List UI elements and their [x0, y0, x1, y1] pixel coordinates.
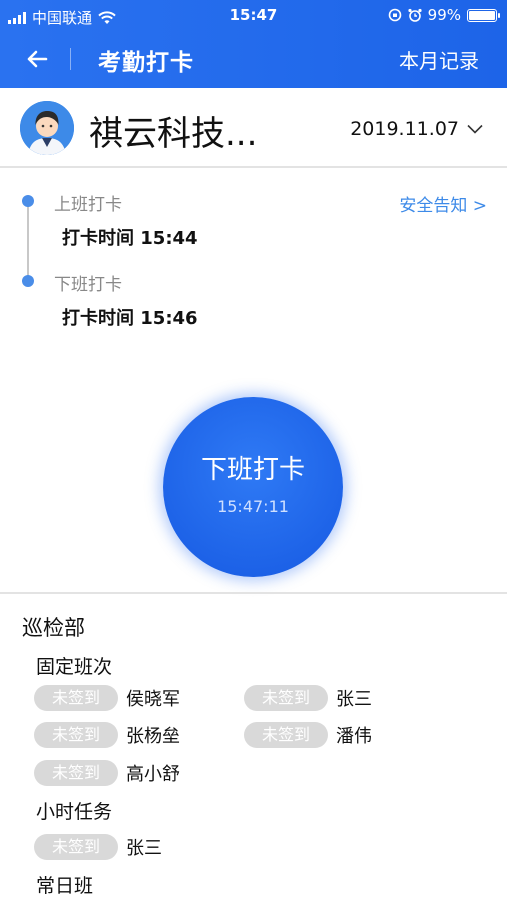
checkout-time: 打卡时间 15:46 [62, 308, 198, 329]
status-badge: 未签到 [34, 834, 118, 860]
checkin-time: 打卡时间 15:44 [62, 228, 198, 249]
status-badge: 未签到 [244, 685, 328, 711]
punch-button[interactable]: 下班打卡 15:47:11 [163, 397, 343, 577]
status-badge: 未签到 [244, 722, 328, 748]
member-name: 高小舒 [126, 764, 180, 785]
battery-icon [467, 8, 500, 22]
member-item: 未签到 潘伟 [244, 722, 372, 748]
member-name: 侯晓军 [126, 689, 180, 710]
page-title: 考勤打卡 [98, 50, 194, 76]
back-arrow-icon[interactable] [22, 44, 52, 74]
member-name: 张三 [336, 689, 372, 710]
status-badge: 未签到 [34, 685, 118, 711]
member-item: 未签到 张三 [244, 685, 372, 711]
timeline-dot-checkin [22, 195, 34, 207]
timeline-dot-checkout [22, 275, 34, 287]
nav-divider [70, 48, 71, 70]
group-title-hourly-task: 小时任务 [36, 801, 113, 823]
header: 中国联通 15:47 99% 考勤打卡 本月记录 [0, 0, 507, 88]
alarm-icon [408, 8, 422, 22]
date-value: 2019.11.07 [350, 118, 459, 140]
group-title-day-shift: 常日班 [36, 875, 94, 897]
member-name: 张三 [126, 838, 162, 859]
punch-button-label: 下班打卡 [200, 455, 305, 485]
member-name: 潘伟 [336, 726, 372, 747]
member-item: 未签到 张杨垒 [34, 722, 180, 748]
member-item: 未签到 高小舒 [34, 760, 180, 786]
status-right: 99% [388, 6, 500, 24]
member-name: 张杨垒 [126, 726, 180, 747]
rotation-lock-icon [388, 8, 401, 22]
timeline-line [27, 201, 29, 281]
checkout-label: 下班打卡 [54, 275, 122, 295]
user-avatar-icon [20, 101, 74, 155]
chevron-down-icon [467, 124, 483, 134]
date-selector[interactable]: 2019.11.07 [350, 118, 483, 140]
department-name: 巡检部 [22, 616, 85, 640]
company-row: 祺云科技... 2019.11.07 [0, 88, 507, 168]
status-badge: 未签到 [34, 722, 118, 748]
member-item: 未签到 侯晓军 [34, 685, 180, 711]
punch-button-time: 15:47:11 [217, 497, 289, 516]
checkin-label: 上班打卡 [54, 195, 122, 215]
member-item: 未签到 张三 [34, 834, 162, 860]
monthly-record-link[interactable]: 本月记录 [399, 45, 479, 74]
section-divider [0, 592, 507, 594]
battery-level [469, 10, 495, 20]
battery-percent: 99% [427, 6, 461, 24]
nav-bar: 考勤打卡 本月记录 [0, 30, 507, 88]
company-name: 祺云科技... [89, 114, 258, 154]
safety-notice-link[interactable]: 安全告知 > [399, 191, 487, 216]
status-badge: 未签到 [34, 760, 118, 786]
group-title-fixed-shift: 固定班次 [36, 656, 113, 678]
status-bar: 中国联通 15:47 99% [0, 0, 507, 30]
avatar[interactable] [20, 101, 74, 155]
clock-in-section: 上班打卡 打卡时间 15:44 安全告知 > 下班打卡 打卡时间 15:46 下… [0, 168, 507, 594]
